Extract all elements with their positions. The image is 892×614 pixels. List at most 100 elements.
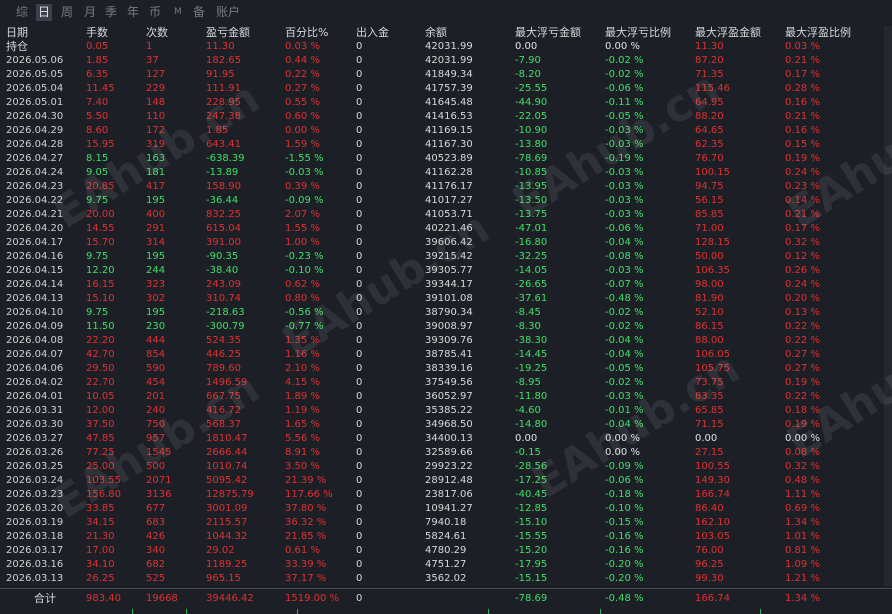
row-max-float-profit: 62.35 [695, 139, 724, 150]
row-max-float-profit: 99.30 [695, 573, 724, 584]
table-row[interactable]: 2026.04.20 14.55 291 615.04 1.55 % 0 40221.46 -… [0, 222, 880, 236]
row-balance: 36052.97 [425, 391, 473, 402]
table-row[interactable]: 2026.03.19 34.15 683 2115.57 36.32 % 0 7940.18… [0, 516, 880, 530]
row-max-float-loss: -26.65 [515, 279, 548, 290]
col-header-max-float-loss-pct[interactable]: 最大浮亏比例 [605, 26, 671, 40]
table-row[interactable]: 2026.03.25 25.00 500 1010.74 3.50 % 0 29923.22… [0, 460, 880, 474]
vertical-scrollbar[interactable] [884, 26, 892, 586]
tab-currency[interactable]: 币 [147, 4, 163, 21]
col-header-date[interactable]: 日期 [6, 26, 28, 40]
row-max-float-profit: 86.15 [695, 321, 724, 332]
table-row[interactable]: 2026.04.14 16.15 323 243.09 0.62 % 0 39344.17 -… [0, 278, 880, 292]
table-row[interactable]: 2026.04.30 5.50 110 247.38 0.60 % 0 41416.53 -2… [0, 110, 880, 124]
tab-week[interactable]: 周 [59, 4, 75, 21]
row-max-float-profit: 98.00 [695, 279, 724, 290]
table-row[interactable]: 2026.04.10 9.75 195 -218.63 -0.56 % 0 38790.34… [0, 306, 880, 320]
row-max-float-loss-pct: -0.20 % [605, 559, 644, 570]
table-row[interactable]: 2026.03.18 21.30 426 1044.32 21.85 % 0 5824.61… [0, 530, 880, 544]
row-max-float-profit: 103.05 [695, 531, 730, 542]
table-row[interactable]: 2026.03.16 34.10 682 1189.25 33.39 % 0 4751.27… [0, 558, 880, 572]
tab-day[interactable]: 日 [36, 4, 53, 21]
table-row[interactable]: 2026.04.29 8.60 172 1.85 0.00 % 0 41169.15 -10.… [0, 124, 880, 138]
col-header-max-float-loss[interactable]: 最大浮亏金额 [515, 26, 581, 40]
row-lots: 77.25 [86, 447, 115, 458]
row-balance: 5824.61 [425, 531, 467, 542]
table-row[interactable]: 2026.03.27 47.85 957 1810.47 5.56 % 0 34400.13… [0, 432, 880, 446]
row-deposit: 0 [356, 41, 363, 52]
table-row[interactable]: 2026.04.09 11.50 230 -300.79 -0.77 % 0 39008.9… [0, 320, 880, 334]
table-row[interactable]: 2026.04.02 22.70 454 1496.59 4.15 % 0 37549.56… [0, 376, 880, 390]
row-count: 319 [146, 139, 166, 150]
col-header-lots[interactable]: 手数 [86, 26, 108, 40]
row-max-float-profit-pct: 0.12 % [785, 251, 820, 262]
tab-account[interactable]: 账户 [214, 4, 242, 21]
table-row[interactable]: 2026.04.13 15.10 302 310.74 0.80 % 0 39101.08 -… [0, 292, 880, 306]
table-row[interactable]: 2026.03.23 156.80 3136 12875.79 117.66 % 0 238… [0, 488, 880, 502]
tab-quarter[interactable]: 季 [103, 4, 119, 21]
col-header-max-float-profit-pct[interactable]: 最大浮盈比例 [785, 26, 851, 40]
table-row[interactable]: 2026.03.24 103.55 2071 5095.42 21.39 % 0 28912… [0, 474, 880, 488]
table-row[interactable]: 2026.05.01 7.40 148 228.95 0.55 % 0 41645.48 -4… [0, 96, 880, 110]
row-count: 323 [146, 279, 166, 290]
table-row[interactable]: 2026.03.30 37.50 750 568.37 1.65 % 0 34968.50 -… [0, 418, 880, 432]
col-header-balance[interactable]: 余额 [425, 26, 447, 40]
table-row[interactable]: 2026.05.06 1.85 37 182.65 0.44 % 0 42031.99 -7.… [0, 54, 880, 68]
row-date: 2026.03.20 [6, 503, 64, 514]
col-header-percent[interactable]: 百分比% [285, 26, 328, 40]
table-row[interactable]: 2026.05.04 11.45 229 111.91 0.27 % 0 41757.39 -… [0, 82, 880, 96]
row-date: 2026.03.16 [6, 559, 64, 570]
col-header-deposit[interactable]: 出入金 [356, 26, 389, 40]
row-max-float-loss: -25.55 [515, 83, 548, 94]
table-row[interactable]: 2026.04.21 20.00 400 832.25 2.07 % 0 41053.71 -… [0, 208, 880, 222]
row-pnl: 310.74 [206, 293, 241, 304]
col-header-count[interactable]: 次数 [146, 26, 168, 40]
col-header-pnl[interactable]: 盈亏金额 [206, 26, 250, 40]
table-row[interactable]: 2026.04.08 22.20 444 524.35 1.35 % 0 39309.76 -… [0, 334, 880, 348]
table-row[interactable]: 2026.04.15 12.20 244 -38.40 -0.10 % 0 39305.77… [0, 264, 880, 278]
table-row[interactable]: 2026.03.31 12.00 240 416.72 1.19 % 0 35385.22 -… [0, 404, 880, 418]
table-row[interactable]: 2026.04.17 15.70 314 391.00 1.00 % 0 39606.42 -… [0, 236, 880, 250]
row-deposit: 0 [356, 209, 363, 220]
row-balance: 42031.99 [425, 41, 473, 52]
tab-summary[interactable]: 综 [14, 4, 30, 21]
row-deposit: 0 [356, 181, 363, 192]
table-row[interactable]: 2026.03.17 17.00 340 29.02 0.61 % 0 4780.29 -15… [0, 544, 880, 558]
table-row[interactable]: 2026.03.26 77.25 1545 2666.44 8.91 % 0 32589.6… [0, 446, 880, 460]
row-deposit: 0 [356, 559, 363, 570]
table-row[interactable]: 2026.05.05 6.35 127 91.95 0.22 % 0 41849.34 -8.… [0, 68, 880, 82]
row-deposit: 0 [356, 405, 363, 416]
tab-magic[interactable]: M [172, 4, 184, 21]
row-max-float-profit: 71.35 [695, 69, 724, 80]
row-date: 2026.04.29 [6, 125, 64, 136]
row-date: 2026.05.06 [6, 55, 64, 66]
table-row[interactable]: 2026.04.28 15.95 319 643.41 1.59 % 0 41167.30 -… [0, 138, 880, 152]
table-row[interactable]: 2026.03.20 33.85 677 3001.09 37.80 % 0 10941.2… [0, 502, 880, 516]
holding-row[interactable]: 持仓 0.05 1 11.30 0.03 % 0 42031.99 0.00 0.00 % 11.… [0, 40, 880, 54]
row-date: 2026.05.04 [6, 83, 64, 94]
row-max-float-loss-pct: -0.48 % [605, 293, 644, 304]
col-header-max-float-profit[interactable]: 最大浮盈金额 [695, 26, 761, 40]
tab-year[interactable]: 年 [125, 4, 141, 21]
row-deposit: 0 [356, 391, 363, 402]
table-row[interactable]: 2026.04.01 10.05 201 667.75 1.89 % 0 36052.97 -… [0, 390, 880, 404]
tab-month[interactable]: 月 [82, 4, 98, 21]
table-row[interactable]: 2026.04.16 9.75 195 -90.35 -0.23 % 0 39215.42 -… [0, 250, 880, 264]
totals-max-float-profit-pct: 1.34 % [785, 593, 820, 604]
table-row[interactable]: 2026.04.06 29.50 590 789.60 2.10 % 0 38339.16 -… [0, 362, 880, 376]
table-row[interactable]: 2026.04.27 8.15 163 -638.39 -1.55 % 0 40523.89… [0, 152, 880, 166]
table-row[interactable]: 2026.04.24 9.05 181 -13.89 -0.03 % 0 41162.28 -… [0, 166, 880, 180]
row-deposit: 0 [356, 139, 363, 150]
row-pnl: -218.63 [206, 307, 245, 318]
row-max-float-loss-pct: -0.03 % [605, 265, 644, 276]
table-row[interactable]: 2026.04.22 9.75 195 -36.44 -0.09 % 0 41017.27 -… [0, 194, 880, 208]
table-row[interactable]: 2026.03.13 26.25 525 965.15 37.17 % 0 3562.02 -… [0, 572, 880, 586]
row-percent: 0.61 % [285, 545, 320, 556]
table-row[interactable]: 2026.04.23 20.85 417 158.90 0.39 % 0 41176.17 -… [0, 180, 880, 194]
table-row[interactable]: 2026.04.07 42.70 854 446.25 1.16 % 0 38785.41 -… [0, 348, 880, 362]
tab-comment[interactable]: 备 [191, 4, 207, 21]
row-max-float-profit: 128.15 [695, 237, 730, 248]
row-percent: 0.60 % [285, 111, 320, 122]
row-count: 854 [146, 349, 166, 360]
row-max-float-profit-pct: 1.09 % [785, 559, 820, 570]
row-max-float-loss: -28.56 [515, 461, 548, 472]
